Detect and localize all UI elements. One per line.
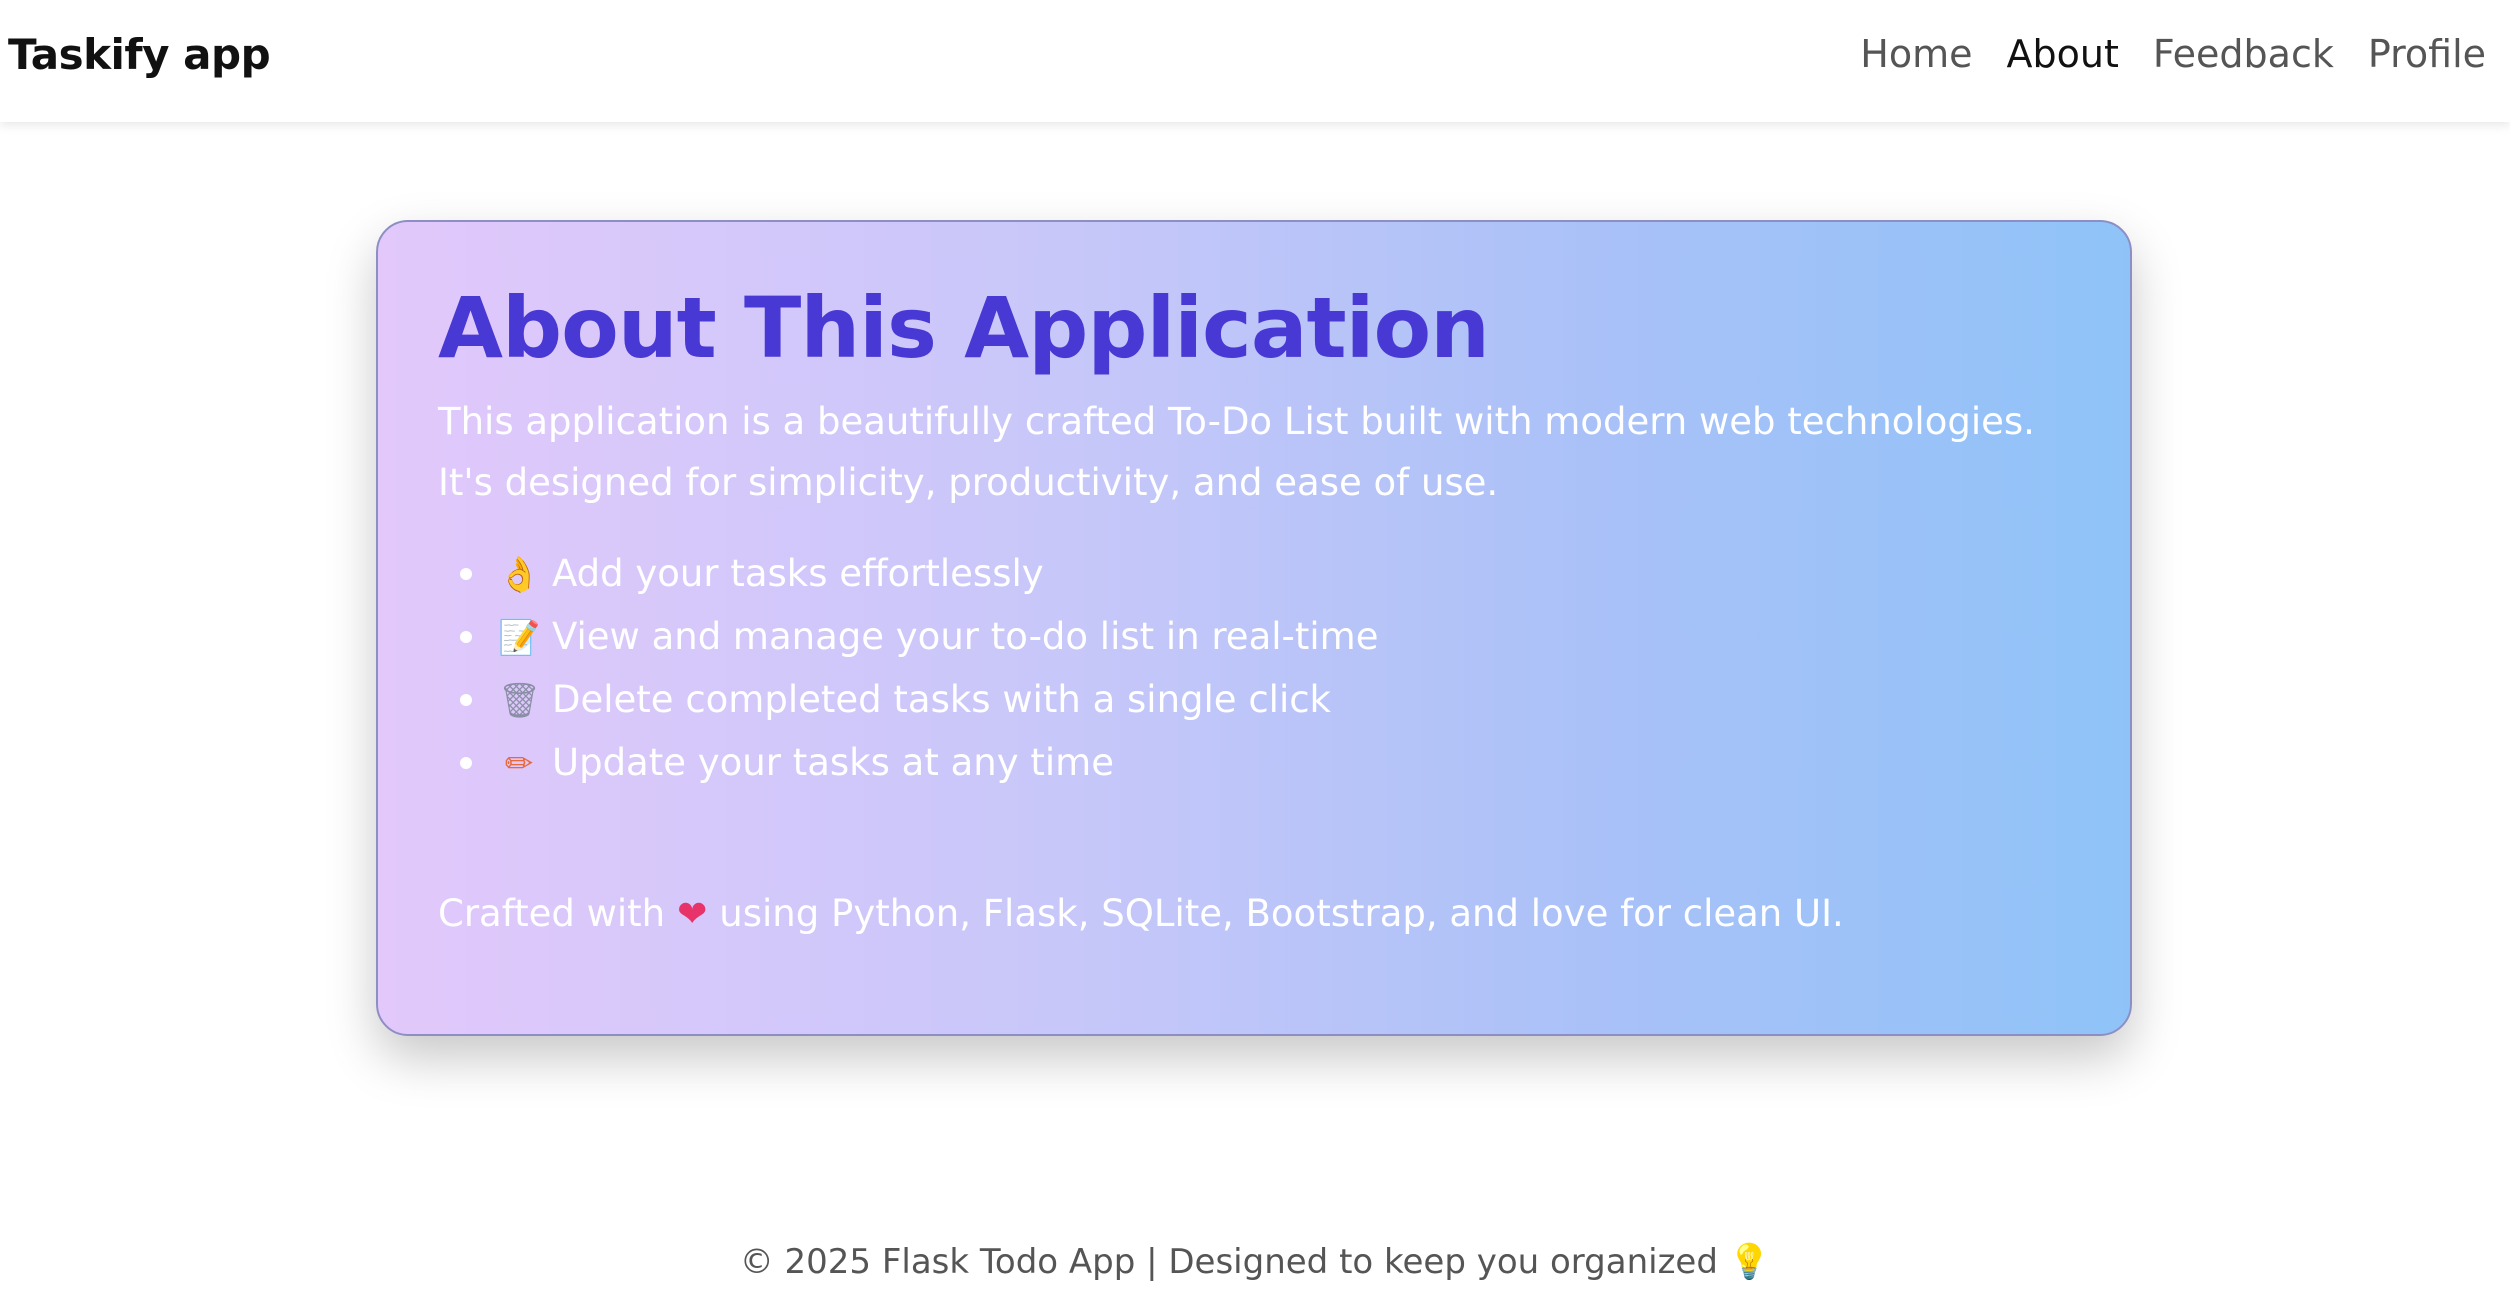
nav-links: Home About Feedback Profile <box>1860 32 2486 76</box>
footer-text: © 2025 Flask Todo App | Designed to keep… <box>739 1242 1718 1282</box>
footer: © 2025 Flask Todo App | Designed to keep… <box>0 1242 2510 1282</box>
about-card: About This Application This application … <box>376 220 2132 1036</box>
light-bulb-icon: 💡 <box>1727 1242 1771 1282</box>
feature-text: Delete completed tasks with a single cli… <box>552 677 1331 721</box>
feature-item-update: ✏ Update your tasks at any time <box>460 732 2070 795</box>
feature-item-add: 👌 Add your tasks effortlessly <box>460 543 2070 606</box>
nav-link-about[interactable]: About <box>2007 32 2119 76</box>
nav-link-home[interactable]: Home <box>1860 32 1972 76</box>
crafted-note: Crafted with ❤ using Python, Flask, SQLite… <box>438 883 2070 945</box>
page-title: About This Application <box>438 279 1490 377</box>
heart-icon: ❤ <box>677 893 708 935</box>
feature-list: 👌 Add your tasks effortlessly 📝 View and m… <box>438 543 2070 795</box>
nav-link-profile[interactable]: Profile <box>2368 32 2486 76</box>
navbar: Taskify app Home About Feedback Profile <box>0 0 2510 122</box>
pencil-icon: ✏ <box>504 743 534 784</box>
memo-icon: 📝 <box>498 617 541 658</box>
wastebasket-icon: 🗑 <box>498 680 542 721</box>
brand-logo[interactable]: Taskify app <box>8 30 271 79</box>
feature-item-delete: 🗑 Delete completed tasks with a single cl… <box>460 669 2070 732</box>
ok-hand-icon: 👌 <box>498 554 541 595</box>
feature-text: Update your tasks at any time <box>552 740 1114 784</box>
crafted-suffix: using Python, Flask, SQLite, Bootstrap, … <box>719 891 1844 935</box>
feature-text: View and manage your to-do list in real-… <box>552 614 1379 658</box>
crafted-prefix: Crafted with <box>438 891 666 935</box>
about-description: This application is a beautifully crafte… <box>438 399 2035 504</box>
feature-text: Add your tasks effortlessly <box>552 551 1044 595</box>
nav-link-feedback[interactable]: Feedback <box>2153 32 2334 76</box>
feature-item-view: 📝 View and manage your to-do list in real… <box>460 606 2070 669</box>
